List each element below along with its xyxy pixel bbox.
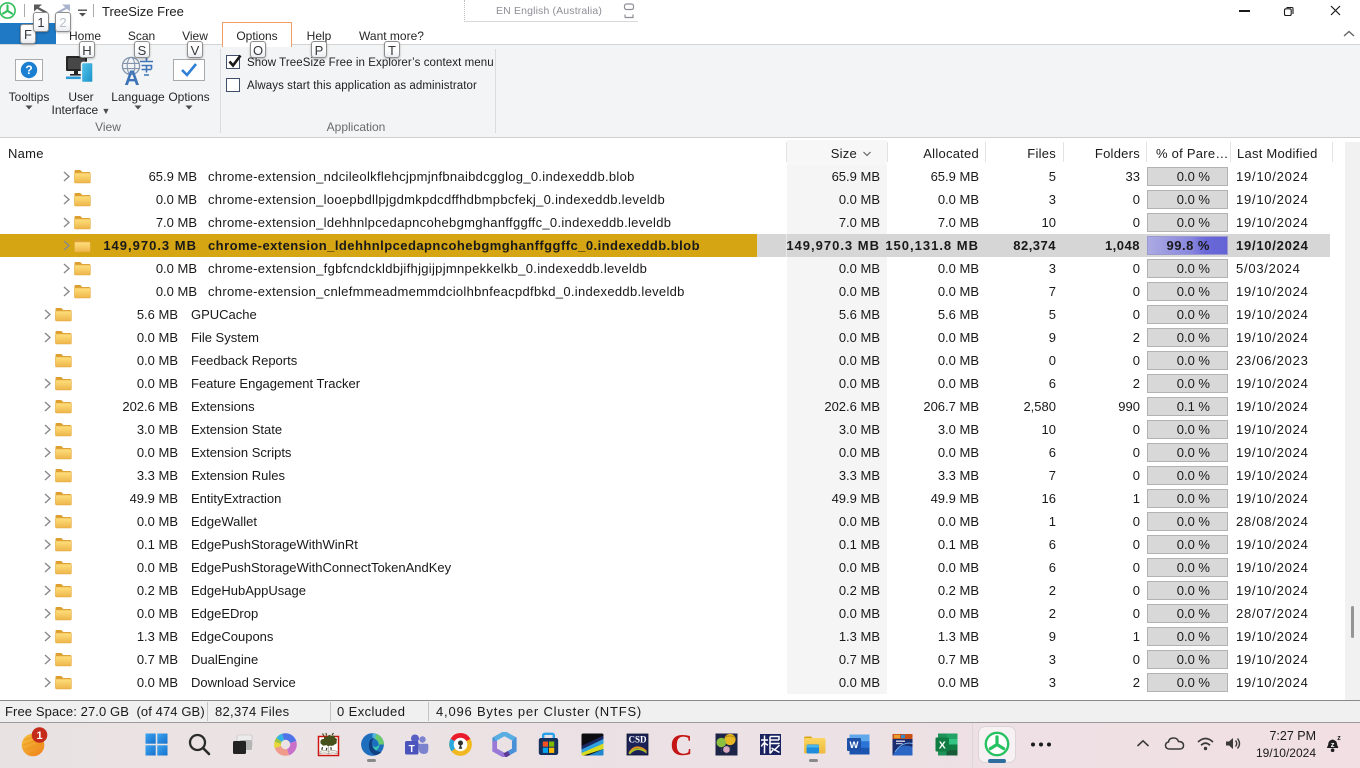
svg-text:T: T [408,744,414,755]
svg-text:C: C [670,732,692,757]
svg-text:z: z [1337,735,1341,742]
svg-text:A: A [124,67,139,87]
svg-text:X: X [938,739,945,751]
svg-text:1: 1 [36,730,42,742]
svg-text:?: ? [25,63,32,77]
svg-text:W: W [849,740,858,751]
svg-text:z: z [1331,740,1335,749]
svg-text:CSD: CSD [628,734,647,744]
